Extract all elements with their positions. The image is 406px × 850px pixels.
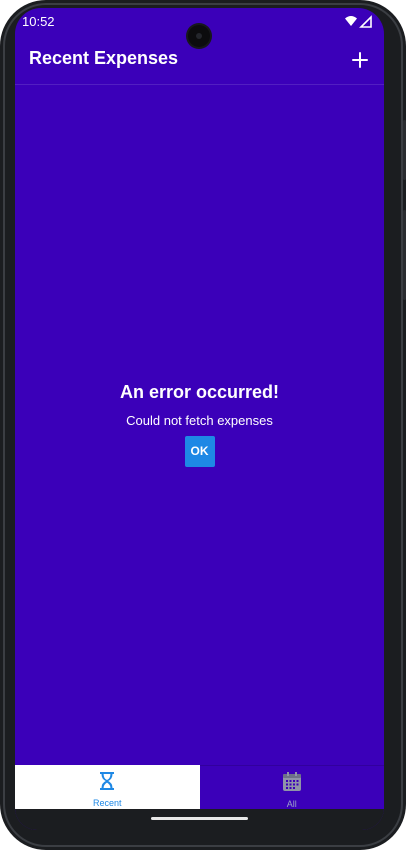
status-icons <box>345 15 372 28</box>
error-overlay: An error occurred! Could not fetch expen… <box>15 382 384 467</box>
add-expense-button[interactable] <box>346 46 374 74</box>
page-title: Recent Expenses <box>29 48 179 68</box>
tab-all[interactable]: All <box>199 765 384 809</box>
home-indicator[interactable] <box>151 817 248 820</box>
plus-icon <box>352 52 368 68</box>
status-bar: 10:52 <box>15 8 384 47</box>
error-message: Could not fetch expenses <box>126 413 273 428</box>
app-header: Recent Expenses <box>15 38 384 85</box>
hourglass-icon <box>100 772 115 790</box>
tab-all-label: All <box>286 799 297 809</box>
wifi-icon <box>345 16 357 26</box>
tab-recent-label: Recent <box>92 798 122 808</box>
bottom-tab-bar: Recent All <box>15 765 384 809</box>
tab-recent[interactable]: Recent <box>15 765 200 809</box>
app-screen: 10:52 Recent Expenses An error occurred!… <box>15 8 384 830</box>
system-nav-bar <box>15 809 384 830</box>
ok-button[interactable]: OK <box>184 436 215 467</box>
signal-icon <box>359 15 372 28</box>
status-time: 10:52 <box>22 14 55 29</box>
error-title: An error occurred! <box>119 382 280 402</box>
phone-frame: 10:52 Recent Expenses An error occurred!… <box>0 0 406 850</box>
calendar-icon <box>282 772 301 791</box>
